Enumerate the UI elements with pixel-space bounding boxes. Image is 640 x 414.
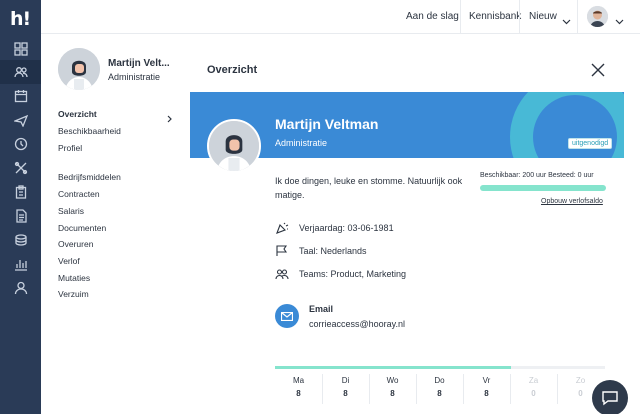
plane-icon[interactable]: [13, 112, 28, 127]
employee-name: Martijn Velt...: [108, 58, 170, 69]
employee-sidebar: Martijn Velt... Administratie Overzicht …: [41, 34, 190, 414]
employee-role: Administratie: [108, 72, 161, 82]
profile-name: Martijn Veltman: [275, 116, 379, 132]
money-icon[interactable]: [13, 232, 28, 247]
page-title: Overzicht: [207, 64, 258, 76]
chevron-down-icon[interactable]: [562, 12, 571, 25]
sidebar-item-verzuim[interactable]: Verzuim: [58, 289, 89, 299]
sidebar-item-beschikbaarheid[interactable]: Beschikbaarheid: [58, 126, 121, 136]
chart-icon[interactable]: [13, 256, 28, 271]
day-label: Ma: [292, 376, 305, 385]
language-text: Taal: Nederlands: [299, 245, 367, 256]
schedule-day: Za 0: [510, 376, 557, 398]
topbar-divider: [460, 0, 461, 34]
schedule-day: Do 8: [416, 376, 463, 398]
party-icon: [275, 221, 290, 234]
schedule-day: Vr 8: [463, 376, 510, 398]
day-hours: 8: [437, 389, 442, 398]
topbar-divider: [577, 0, 578, 34]
chat-button[interactable]: [592, 380, 628, 414]
clipboard-icon[interactable]: [13, 184, 28, 199]
day-label: Di: [341, 376, 350, 385]
close-icon[interactable]: [591, 63, 605, 77]
sidebar-item-bedrijfsmiddelen[interactable]: Bedrijfsmiddelen: [58, 172, 121, 182]
sidebar-item-verlof[interactable]: Verlof: [58, 256, 80, 266]
status-badge: uitgenodigd: [568, 138, 613, 149]
schedule-bar-inactive: [511, 366, 605, 369]
sidebar-item-salaris[interactable]: Salaris: [58, 206, 84, 216]
birthday-row: Verjaardag: 03-06-1981: [275, 221, 394, 234]
clock-icon[interactable]: [13, 136, 28, 151]
top-bar: Aan de slag Kennisbank Nieuw: [41, 0, 640, 34]
user-avatar[interactable]: [587, 6, 608, 27]
get-started-link[interactable]: Aan de slag: [406, 11, 459, 22]
day-label: Do: [434, 376, 445, 385]
leave-balance-text: Beschikbaar: 200 uur Besteed: 0 uur: [480, 172, 594, 179]
day-label: Za: [528, 376, 539, 385]
day-label: Wo: [386, 376, 399, 385]
calendar-icon[interactable]: [13, 88, 28, 103]
day-hours: 8: [296, 389, 301, 398]
tools-icon[interactable]: [13, 160, 28, 175]
teams-text: Teams: Product, Marketing: [299, 268, 407, 279]
birthday-text: Verjaardag: 03-06-1981: [299, 222, 394, 233]
profile-bio: Ik doe dingen, leuke en stomme. Natuurli…: [275, 176, 463, 200]
document-icon[interactable]: [13, 208, 28, 223]
topbar-divider: [519, 0, 520, 34]
leave-balance: Beschikbaar: 200 uur Besteed: 0 uur Opbo…: [480, 172, 606, 205]
profile-avatar: [207, 119, 261, 173]
day-label: Vr: [482, 376, 491, 385]
email-value[interactable]: corrieaccess@hooray.nl: [309, 319, 405, 329]
knowledge-base-link[interactable]: Kennisbank: [469, 11, 521, 22]
profile-role: Administratie: [275, 138, 328, 148]
chevron-right-icon: [167, 110, 172, 128]
email-label: Email: [309, 304, 334, 314]
team-icon: [275, 267, 290, 280]
chat-icon: [602, 391, 618, 406]
day-hours: 8: [484, 389, 489, 398]
schedule-day: Wo 8: [369, 376, 416, 398]
day-hours: 8: [390, 389, 395, 398]
avatar: [58, 48, 100, 90]
leave-balance-bar: [480, 185, 606, 191]
sidebar-item-overuren[interactable]: Overuren: [58, 239, 93, 249]
schedule-day: Di 8: [322, 376, 369, 398]
person-icon[interactable]: [13, 280, 28, 295]
sidebar-item-overzicht[interactable]: Overzicht: [58, 109, 97, 119]
flag-icon: [275, 244, 290, 257]
sidebar-item-profiel[interactable]: Profiel: [58, 143, 82, 153]
mail-icon[interactable]: [275, 304, 299, 328]
day-hours: 0: [531, 389, 536, 398]
new-menu-button[interactable]: Nieuw: [529, 11, 557, 22]
schedule-bar-active: [275, 366, 511, 369]
chevron-down-icon[interactable]: [615, 12, 624, 25]
dashboard-icon[interactable]: [13, 41, 28, 56]
schedule-day: Ma 8: [275, 376, 322, 398]
sidebar-item-documenten[interactable]: Documenten: [58, 223, 106, 233]
sidebar-item-mutaties[interactable]: Mutaties: [58, 273, 90, 283]
day-hours: 8: [343, 389, 348, 398]
leave-balance-link[interactable]: Opbouw verlofsaldo: [541, 198, 603, 205]
app-logo[interactable]: h!: [10, 8, 31, 30]
people-icon[interactable]: [13, 64, 28, 79]
teams-row: Teams: Product, Marketing: [275, 267, 406, 280]
app-rail: h!: [0, 0, 41, 414]
language-row: Taal: Nederlands: [275, 244, 367, 257]
sidebar-item-contracten[interactable]: Contracten: [58, 189, 100, 199]
